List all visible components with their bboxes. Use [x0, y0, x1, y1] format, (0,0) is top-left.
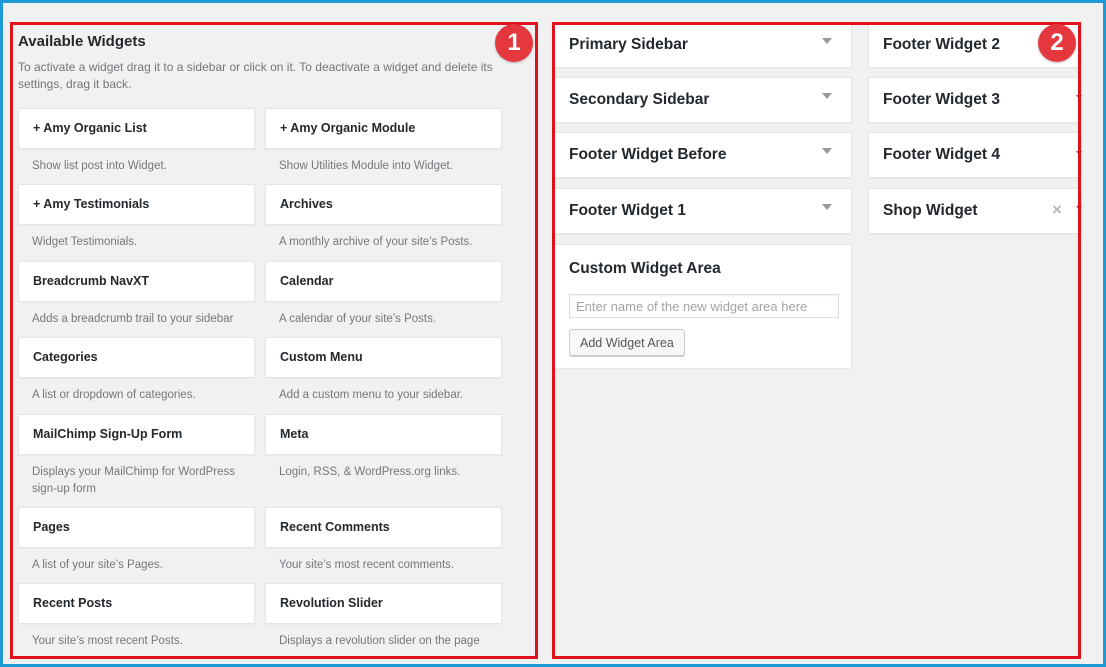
sidebar-footer-widget-3[interactable]: Footer Widget 3: [868, 77, 1082, 123]
widget-archives[interactable]: Archives: [265, 184, 502, 225]
add-widget-area-button[interactable]: Add Widget Area: [569, 329, 685, 356]
widget-amy-organic-list[interactable]: + Amy Organic List: [18, 108, 255, 149]
custom-widget-area-title: Custom Widget Area: [569, 260, 721, 277]
widget-description: Displays a revolution slider on the page: [279, 635, 480, 647]
sidebar-primary[interactable]: Primary Sidebar: [554, 22, 852, 68]
toggle-arrow-icon[interactable]: [1076, 206, 1082, 210]
sidebar-title: Secondary Sidebar: [569, 91, 710, 108]
sidebar-shop-widget[interactable]: Shop Widget ×: [868, 188, 1082, 234]
widget-description: Show list post into Widget.: [32, 160, 167, 172]
widget-description: A list or dropdown of categories.: [32, 389, 196, 401]
sidebar-secondary[interactable]: Secondary Sidebar: [554, 77, 852, 123]
sidebar-title: Footer Widget 3: [883, 91, 1000, 108]
widget-pages[interactable]: Pages: [18, 507, 255, 548]
widget-custom-menu[interactable]: Custom Menu: [265, 337, 502, 378]
widget-description: Adds a breadcrumb trail to your sidebar: [32, 313, 234, 325]
custom-widget-area-panel: Custom Widget Area Add Widget Area: [554, 244, 852, 369]
widget-description: Login, RSS, & WordPress.org links.: [279, 466, 461, 478]
step-badge-one: 1: [495, 24, 533, 62]
available-widgets-panel: Available Widgets To activate a widget d…: [10, 22, 530, 658]
step-badge-two: 2: [1038, 24, 1076, 62]
widget-mailchimp-signup-form[interactable]: MailChimp Sign-Up Form: [18, 414, 255, 455]
sidebar-title: Footer Widget 4: [883, 146, 1000, 163]
widget-amy-organic-module[interactable]: + Amy Organic Module: [265, 108, 502, 149]
widget-description: A calendar of your site’s Posts.: [279, 313, 437, 325]
widget-recent-comments[interactable]: Recent Comments: [265, 507, 502, 548]
widget-area-name-input[interactable]: [569, 294, 839, 318]
sidebar-title: Footer Widget 2: [883, 36, 1000, 53]
close-icon[interactable]: ×: [1052, 200, 1062, 220]
widget-breadcrumb-navxt[interactable]: Breadcrumb NavXT: [18, 261, 255, 302]
toggle-arrow-icon[interactable]: [1076, 151, 1082, 155]
sidebar-title: Footer Widget Before: [569, 146, 727, 163]
sidebar-footer-widget-1[interactable]: Footer Widget 1: [554, 188, 852, 234]
toggle-arrow-icon[interactable]: [822, 93, 832, 99]
widget-description: Show Utilities Module into Widget.: [279, 160, 453, 172]
sidebar-title: Primary Sidebar: [569, 36, 688, 53]
widget-description: A monthly archive of your site’s Posts.: [279, 236, 473, 248]
widget-description: Add a custom menu to your sidebar.: [279, 389, 464, 401]
widget-description: Your site’s most recent Posts.: [32, 635, 183, 647]
widget-revolution-slider[interactable]: Revolution Slider: [265, 583, 502, 624]
widget-description: A list of your site’s Pages.: [32, 559, 163, 571]
toggle-arrow-icon[interactable]: [1076, 95, 1082, 99]
toggle-arrow-icon[interactable]: [822, 148, 832, 154]
toggle-arrow-icon[interactable]: [822, 204, 832, 210]
widget-meta[interactable]: Meta: [265, 414, 502, 455]
toggle-arrow-icon[interactable]: [822, 38, 832, 44]
widget-categories[interactable]: Categories: [18, 337, 255, 378]
widget-amy-testimonials[interactable]: + Amy Testimonials: [18, 184, 255, 225]
sidebar-title: Footer Widget 1: [569, 202, 686, 219]
widget-description: Widget Testimonials.: [32, 236, 138, 248]
sidebar-footer-widget-4[interactable]: Footer Widget 4: [868, 132, 1082, 178]
available-widgets-description: To activate a widget drag it to a sideba…: [18, 60, 493, 91]
available-widgets-title: Available Widgets: [18, 33, 146, 50]
widget-calendar[interactable]: Calendar: [265, 261, 502, 302]
sidebar-footer-widget-before[interactable]: Footer Widget Before: [554, 132, 852, 178]
widget-recent-posts[interactable]: Recent Posts: [18, 583, 255, 624]
sidebar-title: Shop Widget: [883, 202, 978, 219]
widget-description: Displays your MailChimp for WordPress si…: [32, 466, 236, 495]
widget-description: Your site’s most recent comments.: [279, 559, 455, 571]
